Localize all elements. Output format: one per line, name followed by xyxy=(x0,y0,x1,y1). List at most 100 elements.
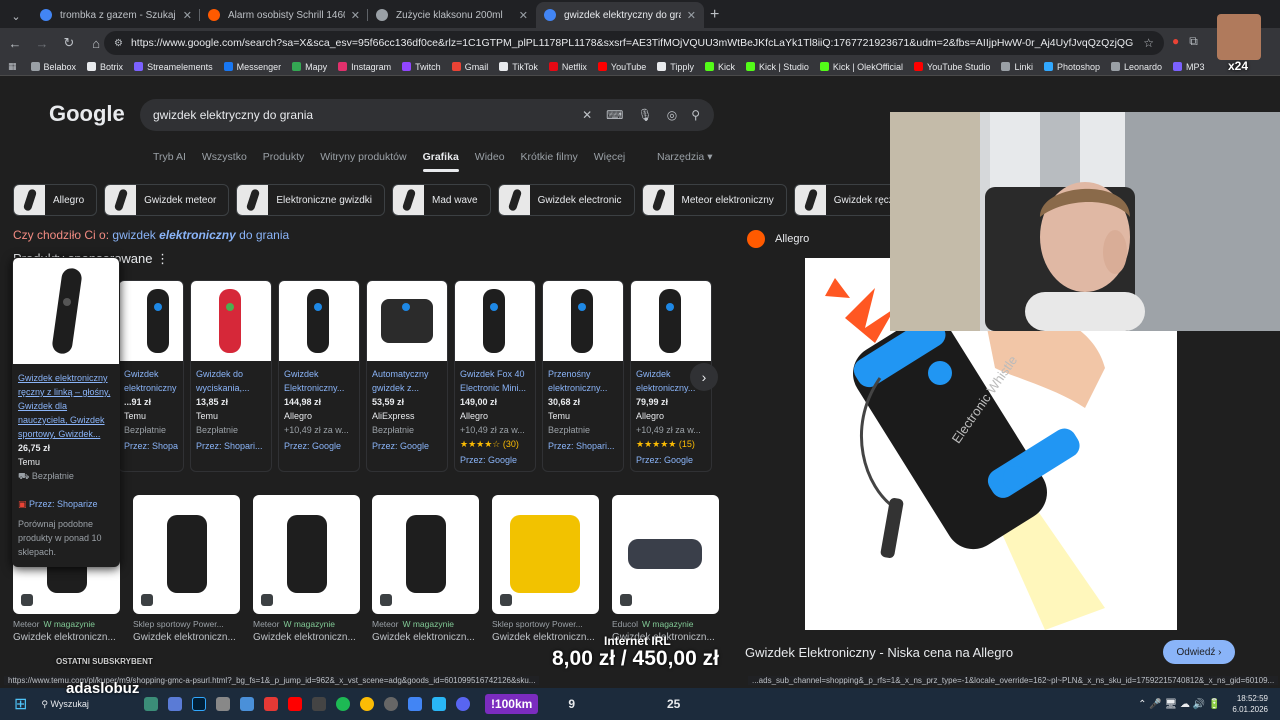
result-image[interactable] xyxy=(133,495,240,614)
extension-avatar[interactable] xyxy=(1217,14,1261,60)
product-image[interactable] xyxy=(279,281,359,361)
image-result[interactable]: Meteor W magazynie Gwizdek elektroniczn... xyxy=(253,495,361,643)
refinement-chip[interactable]: Gwizdek electronic xyxy=(497,184,635,216)
result-title[interactable]: Gwizdek elektroniczn... xyxy=(492,632,600,643)
product-title-link[interactable]: Gwizdek elektroniczny ręczny z linką – g… xyxy=(12,365,120,441)
search-tab[interactable]: Grafika xyxy=(422,151,459,172)
did-you-mean-link[interactable]: gwizdek elektroniczny do grania xyxy=(112,228,289,242)
visit-button[interactable]: Odwiedź › xyxy=(1163,640,1235,664)
result-title[interactable]: Gwizdek elektroniczn... xyxy=(13,632,121,643)
result-title[interactable]: Gwizdek elektroniczn... xyxy=(372,632,480,643)
bookmark-item[interactable]: YouTube Studio xyxy=(914,62,990,72)
lens-badge-icon[interactable] xyxy=(380,594,392,606)
forward-arrow-icon[interactable]: → xyxy=(30,36,54,51)
browser-tab-3[interactable]: Zużycie klaksonu 200ml ✕ xyxy=(368,2,536,28)
product-image[interactable] xyxy=(455,281,535,361)
result-image[interactable] xyxy=(372,495,479,614)
search-tab[interactable]: Wszystko xyxy=(202,151,247,163)
search-query[interactable]: gwizdek elektryczny do grania xyxy=(153,108,582,122)
address-bar[interactable]: ⚙ https://www.google.com/search?sa=X&sca… xyxy=(104,31,1164,55)
image-result[interactable]: Meteor W magazynie Gwizdek elektroniczn... xyxy=(372,495,480,643)
product-card[interactable]: Gwizdek do wyciskania,... 13,85 zł Temu Bez… xyxy=(190,280,272,472)
site-info-icon[interactable]: ⚙ xyxy=(114,38,123,49)
discord-icon[interactable] xyxy=(455,697,470,711)
bookmark-item[interactable]: Belabox xyxy=(30,62,76,72)
product-by[interactable]: Przez: Shopari... xyxy=(548,439,618,453)
back-arrow-icon[interactable]: ← xyxy=(3,36,27,51)
google-logo[interactable]: Google xyxy=(49,101,125,127)
search-tab[interactable]: Produkty xyxy=(263,151,304,163)
taskbar-app-icon[interactable] xyxy=(383,697,398,711)
chrome-icon[interactable] xyxy=(359,697,374,711)
taskbar-app-icon[interactable] xyxy=(167,697,182,711)
browser-tab-1[interactable]: trombka z gazem - Szukaj w Go ✕ xyxy=(32,2,200,28)
bookmark-item[interactable]: Leonardo xyxy=(1111,62,1162,72)
result-image[interactable] xyxy=(492,495,599,614)
keyboard-icon[interactable]: ⌨ xyxy=(606,108,623,122)
product-card[interactable]: Gwizdek Elektroniczny... 144,98 zł Allegro… xyxy=(278,280,360,472)
product-title[interactable]: Przenośny elektroniczny... xyxy=(548,367,618,395)
microphone-icon[interactable]: 🎙 xyxy=(637,108,652,122)
lens-icon[interactable]: ◎ xyxy=(667,108,677,122)
url-text[interactable]: https://www.google.com/search?sa=X&sca_e… xyxy=(131,37,1133,49)
more-options-icon[interactable]: ⋮ xyxy=(156,251,169,266)
bookmark-item[interactable]: Kick | Studio xyxy=(745,62,809,72)
preview-title[interactable]: Gwizdek Elektroniczny - Niska cena na Al… xyxy=(745,645,1013,660)
bookmark-item[interactable]: Instagram xyxy=(338,62,391,72)
product-title[interactable]: Gwizdek do wyciskania,... xyxy=(196,367,266,395)
spotify-icon[interactable] xyxy=(335,697,350,711)
taskbar-search[interactable]: ⚲ Wyszukaj xyxy=(41,699,89,710)
lens-badge-icon[interactable] xyxy=(21,594,33,606)
taskbar-app-icon[interactable] xyxy=(407,697,422,711)
product-image[interactable] xyxy=(191,281,271,361)
browser-tab-2[interactable]: Alarm osobisty Schrill 1460 - 40 ✕ xyxy=(200,2,368,28)
product-by[interactable]: Przez: Google xyxy=(372,439,442,453)
bookmark-item[interactable]: Kick | OlekOfficial xyxy=(819,62,903,72)
taskbar-app-icon[interactable] xyxy=(143,697,158,711)
extensions-puzzle-icon[interactable]: ⧉ xyxy=(1189,34,1198,49)
product-image[interactable] xyxy=(13,258,119,364)
windows-start-icon[interactable]: ⊞ xyxy=(14,694,27,714)
product-image[interactable] xyxy=(631,281,711,361)
result-title[interactable]: Gwizdek elektroniczn... xyxy=(133,632,241,643)
product-title[interactable]: Gwizdek Elektroniczny... xyxy=(284,367,354,395)
bookmark-item[interactable]: MP3 xyxy=(1173,62,1205,72)
product-image[interactable] xyxy=(367,281,447,361)
search-tab[interactable]: Tryb AI xyxy=(153,151,186,163)
bookmark-item[interactable]: YouTube xyxy=(597,62,646,72)
bookmark-item[interactable]: Messenger xyxy=(223,62,281,72)
close-tab-icon[interactable]: ✕ xyxy=(519,9,528,22)
close-tab-icon[interactable]: ✕ xyxy=(183,9,192,22)
clock[interactable]: 18:52:59 6.01.2026 xyxy=(1232,693,1268,715)
refinement-chip[interactable]: Allegro xyxy=(13,184,98,216)
taskbar-app-icon[interactable] xyxy=(311,697,326,711)
product-card[interactable]: Przenośny elektroniczny... 30,68 zł Temu Be… xyxy=(542,280,624,472)
product-by[interactable]: Przez: Shopari... xyxy=(196,439,266,453)
bookmark-item[interactable]: Gmail xyxy=(451,62,488,72)
lens-badge-icon[interactable] xyxy=(141,594,153,606)
preview-source[interactable]: Allegro xyxy=(747,230,809,248)
search-tab[interactable]: Witryny produktów xyxy=(320,151,406,163)
product-card[interactable]: Gwizdek Fox 40 Electronic Mini... 149,00 … xyxy=(454,280,536,472)
bookmark-item[interactable]: Linki xyxy=(1001,62,1033,72)
bookmark-item[interactable]: TikTok xyxy=(499,62,538,72)
product-by[interactable]: Przez: Google xyxy=(460,453,530,467)
search-tab[interactable]: Krótkie filmy xyxy=(521,151,578,163)
refinement-chip[interactable]: Elektroniczne gwizdki xyxy=(236,184,385,216)
result-image[interactable] xyxy=(253,495,360,614)
product-card[interactable]: Gwizdek elektroniczny ... ...91 zł Temu Bez… xyxy=(118,280,184,472)
product-image[interactable] xyxy=(543,281,623,361)
photoshop-icon[interactable] xyxy=(191,697,206,711)
close-tab-icon[interactable]: ✕ xyxy=(687,9,696,22)
search-box[interactable]: gwizdek elektryczny do grania ✕ ⌨ 🎙 ◎ ⚲ xyxy=(140,99,714,131)
taskbar-app-icon[interactable] xyxy=(263,697,278,711)
tools-button[interactable]: Narzędzia ▾ xyxy=(657,151,712,163)
product-title[interactable]: Gwizdek Fox 40 Electronic Mini... xyxy=(460,367,530,395)
product-title[interactable]: Gwizdek elektroniczny ... xyxy=(124,367,178,395)
image-result[interactable]: Sklep sportowy Power... Gwizdek elektroni… xyxy=(133,495,241,643)
bookmark-item[interactable]: Kick xyxy=(704,62,735,72)
reload-icon[interactable]: ↻ xyxy=(57,35,81,51)
bookmark-item[interactable]: Streamelements xyxy=(134,62,213,72)
product-by[interactable]: Przez: Shopari... xyxy=(124,439,178,453)
result-title[interactable]: Gwizdek elektroniczn... xyxy=(253,632,361,643)
